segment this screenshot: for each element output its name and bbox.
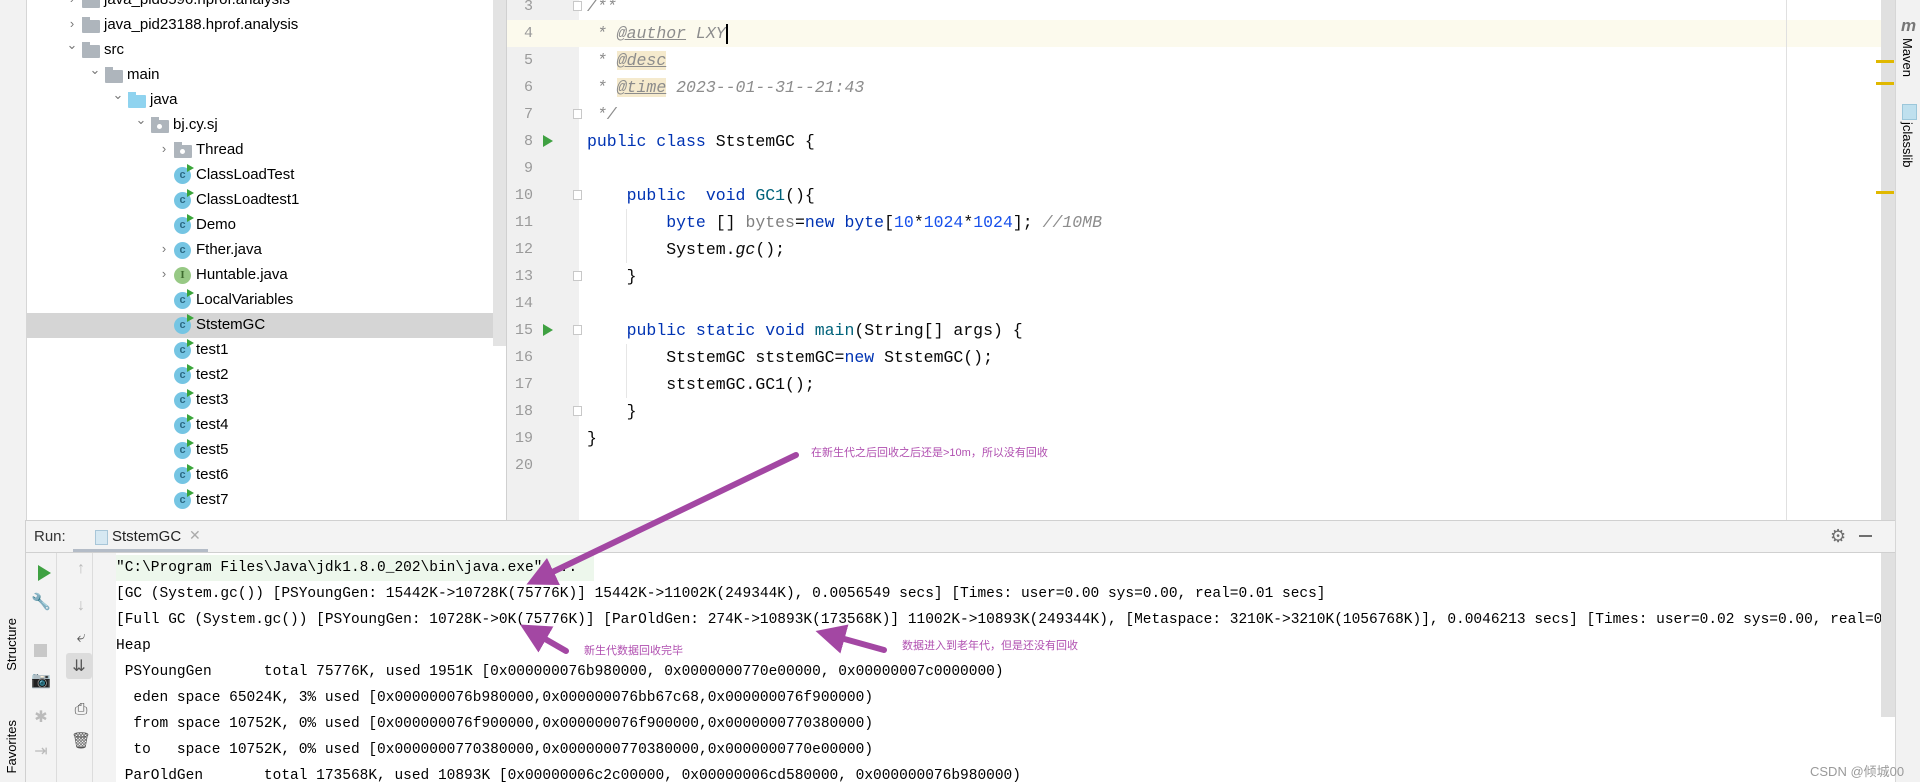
watermark: CSDN @倾城00 [1810,764,1905,779]
annotation-arrow-1 [526,452,799,586]
annotation-arrows [520,452,887,654]
annotation-arrow-2 [520,624,569,654]
annotation-arrow-3 [815,624,887,654]
annotation-note-2: 新生代数据回收完毕 [584,645,683,657]
annotation-note-3: 数据进入到老年代，但是还没有回收 [902,640,1078,652]
annotation-note-1: 在新生代之后回收之后还是>10m，所以没有回收 [811,447,1048,459]
